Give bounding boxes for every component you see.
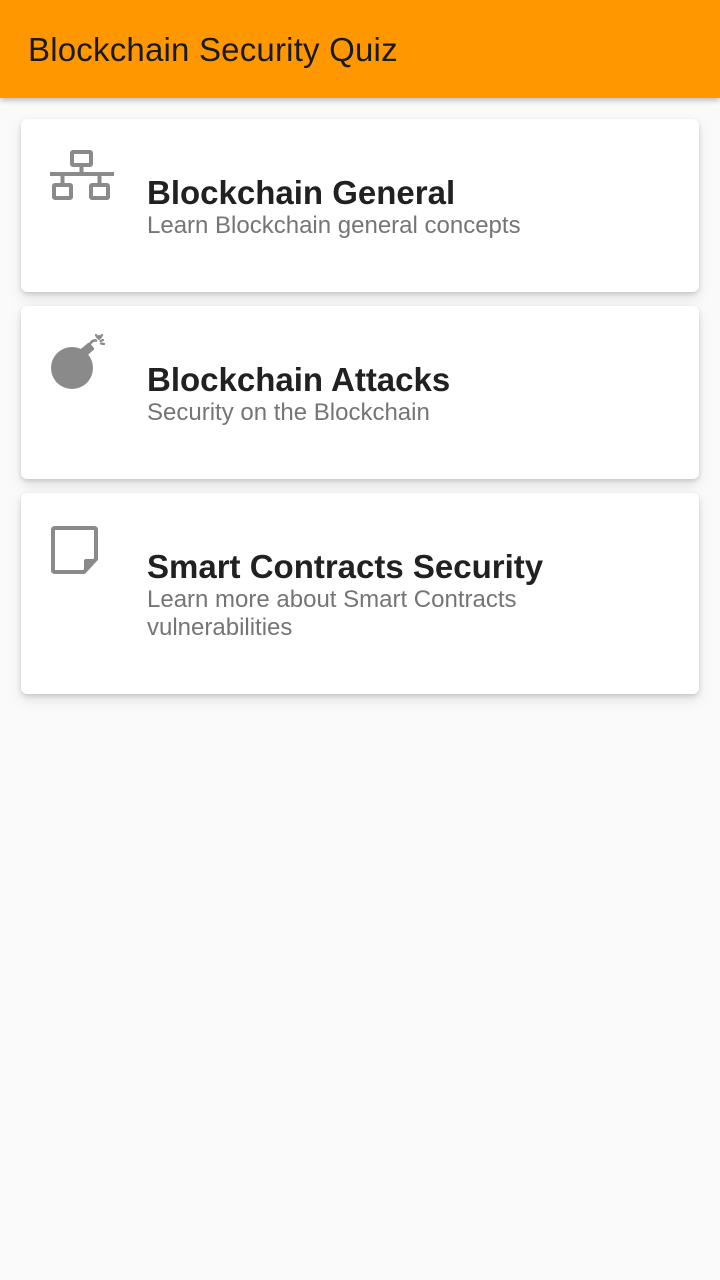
- card-subtitle: Learn more about Smart Contracts vulnera…: [147, 586, 517, 641]
- category-card-blockchain-attacks[interactable]: Blockchain Attacks Security on the Block…: [21, 306, 699, 479]
- bomb-icon: [51, 334, 106, 389]
- card-title: Smart Contracts Security: [147, 548, 544, 585]
- category-card-smart-contracts-security[interactable]: Smart Contracts Security Learn more abou…: [21, 493, 699, 694]
- app-title: Blockchain Security Quiz: [28, 31, 398, 68]
- category-card-blockchain-general[interactable]: Blockchain General Learn Blockchain gene…: [21, 119, 699, 292]
- card-subtitle: Security on the Blockchain: [147, 399, 430, 426]
- sticky-note-icon: [51, 526, 98, 574]
- card-title: Blockchain General: [147, 174, 456, 211]
- app-bar: Blockchain Security Quiz: [0, 0, 720, 98]
- network-icon: [50, 150, 114, 200]
- card-title: Blockchain Attacks: [147, 361, 451, 398]
- card-subtitle: Learn Blockchain general concepts: [147, 212, 521, 239]
